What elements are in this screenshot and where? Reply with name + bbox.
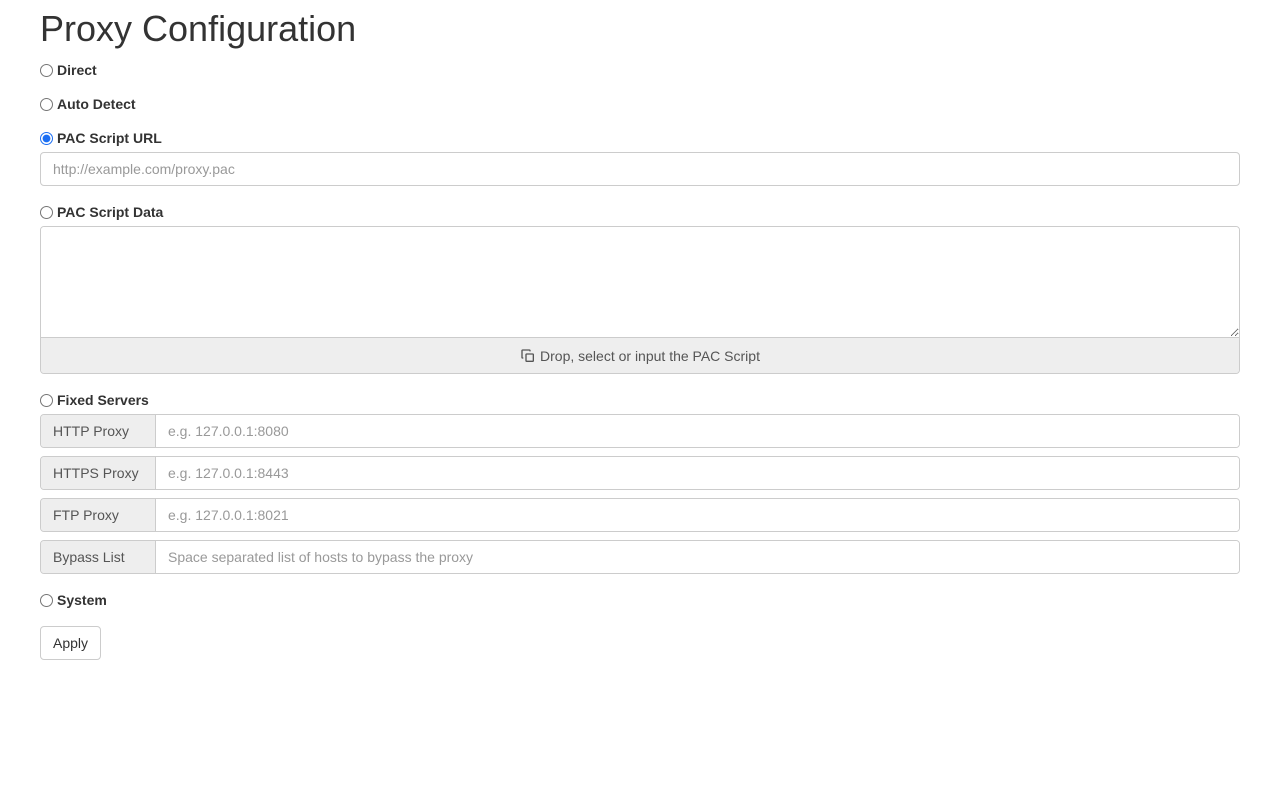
radio-text-pac-url: PAC Script URL [57,130,162,146]
pac-data-drop-hint[interactable]: Drop, select or input the PAC Script [41,337,1239,373]
option-auto-detect: Auto Detect [40,96,1240,112]
copy-icon [520,347,536,364]
option-direct: Direct [40,62,1240,78]
https-proxy-group: HTTPS Proxy [40,456,1240,490]
pac-data-wrap: Drop, select or input the PAC Script [40,226,1240,374]
radio-direct[interactable] [40,64,53,77]
pac-data-textarea[interactable] [41,227,1239,337]
http-proxy-addon: HTTP Proxy [41,415,156,447]
radio-label-pac-url[interactable]: PAC Script URL [40,130,1240,146]
radio-label-system[interactable]: System [40,592,1240,608]
bypass-list-group: Bypass List [40,540,1240,574]
radio-system[interactable] [40,594,53,607]
radio-auto-detect[interactable] [40,98,53,111]
ftp-proxy-input[interactable] [156,499,1239,531]
radio-label-pac-data[interactable]: PAC Script Data [40,204,1240,220]
http-proxy-input[interactable] [156,415,1239,447]
apply-button[interactable]: Apply [40,626,101,660]
radio-pac-data[interactable] [40,206,53,219]
http-proxy-group: HTTP Proxy [40,414,1240,448]
https-proxy-input[interactable] [156,457,1239,489]
page-title: Proxy Configuration [40,8,1240,50]
option-fixed-servers: Fixed Servers HTTP Proxy HTTPS Proxy FTP… [40,392,1240,574]
option-pac-data: PAC Script Data Drop, select or input th… [40,204,1240,374]
ftp-proxy-group: FTP Proxy [40,498,1240,532]
pac-data-drop-text: Drop, select or input the PAC Script [540,348,760,364]
radio-pac-url[interactable] [40,132,53,145]
bypass-list-addon: Bypass List [41,541,156,573]
radio-text-pac-data: PAC Script Data [57,204,163,220]
ftp-proxy-addon: FTP Proxy [41,499,156,531]
radio-label-direct[interactable]: Direct [40,62,1240,78]
radio-fixed[interactable] [40,394,53,407]
radio-text-system: System [57,592,107,608]
radio-text-direct: Direct [57,62,97,78]
radio-label-fixed[interactable]: Fixed Servers [40,392,1240,408]
option-pac-url: PAC Script URL [40,130,1240,186]
radio-text-auto-detect: Auto Detect [57,96,136,112]
pac-url-input[interactable] [40,152,1240,186]
radio-text-fixed: Fixed Servers [57,392,149,408]
option-system: System [40,592,1240,608]
https-proxy-addon: HTTPS Proxy [41,457,156,489]
radio-label-auto-detect[interactable]: Auto Detect [40,96,1240,112]
bypass-list-input[interactable] [156,541,1239,573]
